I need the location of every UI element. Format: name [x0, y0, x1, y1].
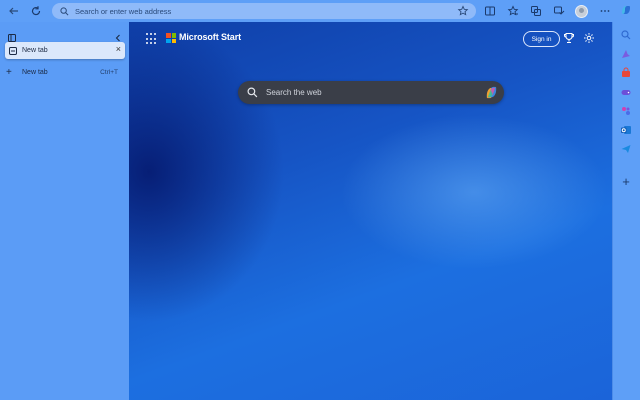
tab-new-tab[interactable]: New tab ×	[5, 42, 125, 59]
search-placeholder: Search the web	[266, 88, 322, 97]
more-icon[interactable]	[593, 1, 616, 21]
outlook-icon[interactable]	[620, 124, 632, 136]
add-icon: +	[6, 66, 12, 78]
split-screen-icon[interactable]	[478, 1, 501, 21]
search-icon	[247, 87, 258, 98]
avatar	[575, 4, 588, 18]
web-search-box[interactable]: Search the web	[238, 81, 504, 104]
copilot-icon[interactable]	[484, 85, 499, 100]
close-icon[interactable]: ×	[116, 44, 121, 54]
new-tab-shortcut: Ctrl+T	[100, 68, 118, 76]
address-bar[interactable]: Search or enter web address	[52, 3, 476, 19]
sign-in-button[interactable]: Sign in	[523, 31, 560, 47]
refresh-icon[interactable]	[26, 1, 46, 21]
app-launcher-icon[interactable]	[146, 33, 158, 45]
tab-actions-icon[interactable]	[8, 34, 16, 42]
add-icon[interactable]: +	[620, 175, 632, 188]
games-icon[interactable]	[620, 86, 632, 98]
microsoft-logo-icon	[166, 33, 176, 43]
trophy-icon[interactable]	[563, 32, 575, 44]
copilot-icon[interactable]	[620, 4, 632, 16]
tools-icon[interactable]	[620, 105, 632, 117]
favorites-icon[interactable]	[501, 1, 524, 21]
send-icon[interactable]	[620, 143, 632, 155]
tab-label: New tab	[22, 47, 48, 54]
edge-sidebar-rail: +	[612, 6, 640, 400]
page-icon	[9, 46, 17, 55]
favorite-star-icon[interactable]	[457, 5, 469, 17]
back-icon[interactable]	[4, 1, 24, 21]
search-icon	[60, 6, 69, 15]
collections-icon[interactable]	[524, 1, 547, 21]
collapse-sidebar-icon[interactable]	[114, 34, 122, 42]
browser-toolbar: Search or enter web address	[0, 0, 640, 22]
discover-icon[interactable]	[620, 48, 632, 60]
browser-essentials-icon[interactable]	[547, 1, 570, 21]
new-tab-label: New tab	[22, 68, 48, 76]
shopping-icon[interactable]	[620, 67, 632, 79]
vertical-tabs-sidebar: New tab × + New tab Ctrl+T	[0, 22, 129, 400]
search-icon[interactable]	[620, 29, 632, 41]
new-tab-button[interactable]: + New tab Ctrl+T	[6, 66, 124, 78]
address-placeholder: Search or enter web address	[75, 6, 172, 16]
gear-icon[interactable]	[583, 32, 595, 44]
profile-avatar[interactable]	[570, 1, 593, 21]
brand-title[interactable]: Microsoft Start	[179, 32, 241, 42]
microsoft-start-page: Microsoft Start Sign in Search the web	[129, 22, 612, 400]
